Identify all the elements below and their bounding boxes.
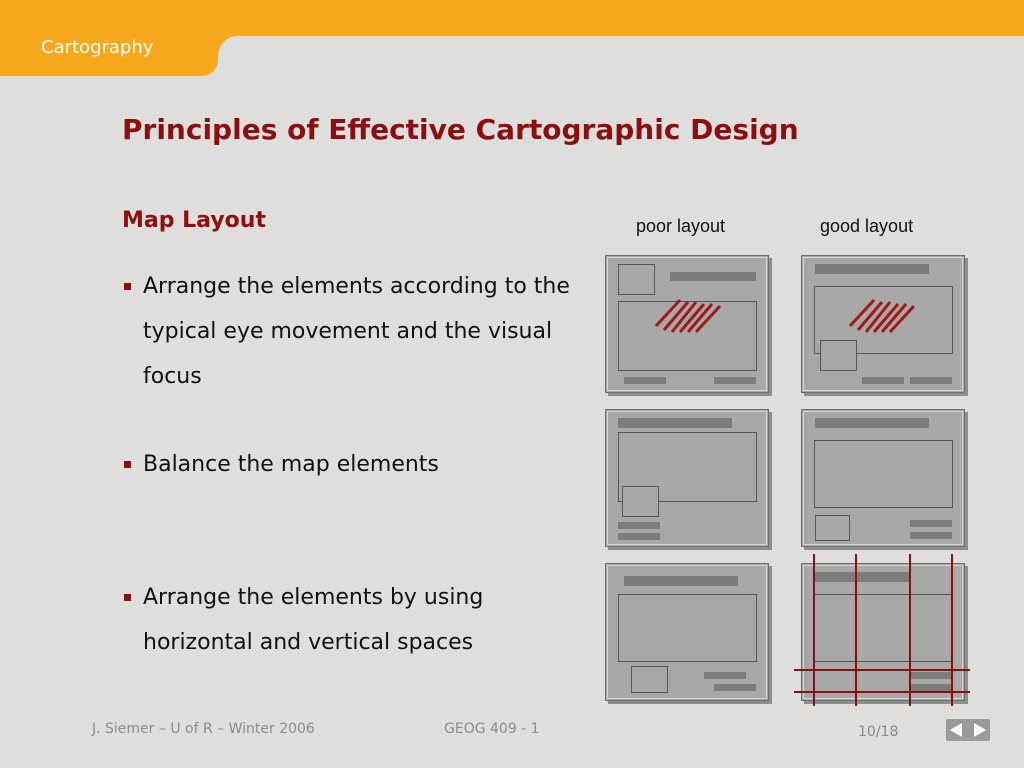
section-tab-label: Cartography <box>41 37 154 58</box>
layout-panel-good-1 <box>801 255 965 393</box>
footer-bar <box>910 520 952 527</box>
footer-bar <box>862 377 904 384</box>
focus-hatch-icon <box>848 298 916 334</box>
footer-course: GEOG 409 - 1 <box>444 721 540 737</box>
map-frame <box>618 594 757 662</box>
bullet-square-icon <box>124 594 131 601</box>
poor-layout-label: poor layout <box>636 216 726 236</box>
footer-bar <box>618 533 660 540</box>
footer-bar <box>624 377 666 384</box>
good-layout-label: good layout <box>820 216 914 236</box>
bullet-text: Arrange the elements according to the ty… <box>143 274 570 389</box>
prev-slide-button[interactable] <box>946 719 968 741</box>
layout-panel-poor-2 <box>605 409 769 547</box>
legend-box <box>815 515 850 541</box>
alignment-grid-lines <box>794 554 970 706</box>
map-frame <box>814 440 953 508</box>
title-bar <box>670 272 756 281</box>
legend-box <box>820 340 857 371</box>
header-curve <box>218 36 238 56</box>
slide-subtitle: Map Layout <box>122 208 266 233</box>
triangle-right-icon <box>974 723 986 737</box>
slide-title: Principles of Effective Cartographic Des… <box>122 113 799 146</box>
bullet-item: Arrange the elements by using horizontal… <box>122 575 573 665</box>
bullet-item: Balance the map elements <box>122 442 573 487</box>
next-slide-button[interactable] <box>968 719 990 741</box>
footer-author: J. Siemer – U of R – Winter 2006 <box>92 721 315 737</box>
triangle-left-icon <box>950 723 962 737</box>
legend-box <box>622 486 659 517</box>
title-bar <box>815 264 929 274</box>
bullet-text: Balance the map elements <box>143 452 439 477</box>
footer-bar <box>714 684 756 691</box>
layout-panel-good-2 <box>801 409 965 547</box>
title-bar <box>815 418 929 428</box>
footer-bar <box>704 672 746 679</box>
title-bar <box>624 576 738 586</box>
section-tab: Cartography <box>0 0 218 76</box>
bullet-item: Arrange the elements according to the ty… <box>122 264 573 399</box>
footer-bar <box>714 377 756 384</box>
page-number: 10/18 <box>858 724 899 740</box>
legend-box <box>631 666 668 693</box>
footer-bar <box>910 377 952 384</box>
focus-hatch-icon <box>654 298 722 334</box>
slide-nav <box>946 719 990 741</box>
title-bar <box>618 418 732 428</box>
footer-bar <box>618 522 660 529</box>
layout-panel-poor-1 <box>605 255 769 393</box>
bullet-text: Arrange the elements by using horizontal… <box>143 585 484 655</box>
legend-box <box>618 264 655 295</box>
layout-panel-poor-3 <box>605 563 769 701</box>
footer-bar <box>910 532 952 539</box>
bullet-square-icon <box>124 461 131 468</box>
bullet-square-icon <box>124 283 131 290</box>
